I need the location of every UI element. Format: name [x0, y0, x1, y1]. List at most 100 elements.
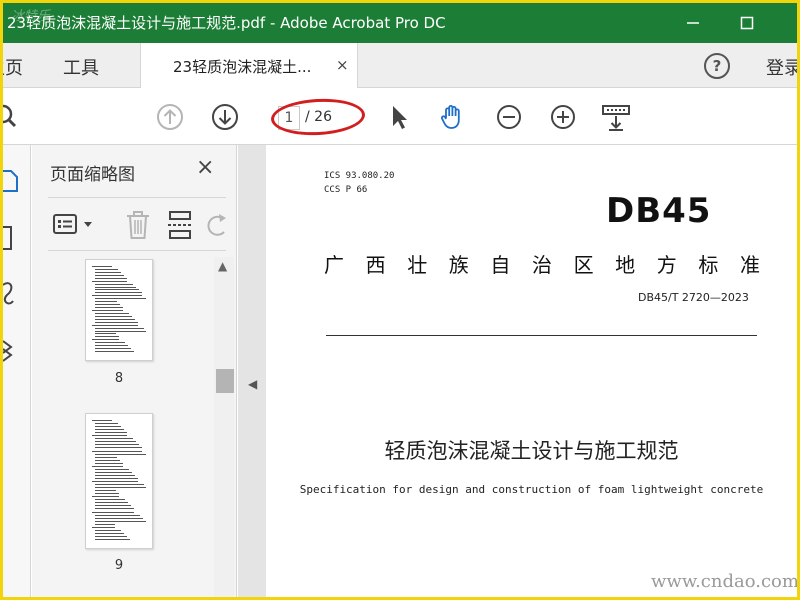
- thumbnail-text-line: [95, 423, 118, 425]
- scrollbar-thumb[interactable]: [216, 369, 234, 393]
- thumbnail-text-line: [95, 345, 128, 347]
- thumbnail-text-line: [95, 447, 142, 449]
- thumbnail-text-line: [92, 266, 112, 267]
- thumbnail-text-line: [95, 523, 115, 525]
- rotate-icon: [207, 214, 226, 236]
- attachments-icon[interactable]: [3, 282, 14, 305]
- corner-watermark: 冰特乐: [11, 9, 51, 24]
- thumbnail-text-line: [95, 441, 136, 443]
- page-fit-icon: [602, 105, 630, 131]
- zoom-in-icon: [551, 105, 575, 129]
- red-highlight-circle: [270, 96, 366, 138]
- thumbnail-text-line: [95, 484, 144, 486]
- thumbnail-text-line: [95, 532, 124, 534]
- thumbnail-text-line: [92, 481, 138, 482]
- layers-icon[interactable]: [3, 340, 13, 362]
- panel-title: 页面缩略图: [50, 165, 135, 185]
- thumbnail-text-line: [95, 538, 130, 540]
- thumbnail-text-line: [95, 327, 144, 329]
- header-rule: [326, 335, 757, 336]
- thumbnail-text-line: [95, 520, 146, 522]
- region-char: 壮: [407, 253, 428, 277]
- thumbnail-text-line: [95, 517, 143, 519]
- region-char: 地: [615, 253, 636, 277]
- hand-tool-icon: [441, 105, 460, 129]
- thumbnail-page-9[interactable]: [85, 413, 153, 549]
- search-icon: [3, 104, 17, 128]
- region-char: 广: [324, 253, 344, 277]
- thumbnail-text-line: [95, 468, 129, 470]
- signin-link[interactable]: 登录: [766, 54, 797, 80]
- thumbnail-text-line: [95, 474, 135, 476]
- rotate-page-button[interactable]: [206, 210, 228, 240]
- hand-tool-button[interactable]: [437, 102, 467, 132]
- page-thumbnails-icon[interactable]: [3, 170, 18, 192]
- collapse-panel-arrow-icon[interactable]: ◀: [248, 377, 257, 391]
- thumbnail-text-line: [95, 514, 140, 516]
- select-cursor-icon: [393, 106, 407, 129]
- bookmarks-icon[interactable]: [3, 226, 12, 250]
- thumbnail-text-line: [92, 310, 123, 311]
- thumbnail-text-line: [95, 508, 134, 510]
- page-fit-button[interactable]: [601, 102, 631, 132]
- thumbnail-text-line: [95, 333, 116, 335]
- region-char: 方: [656, 253, 677, 277]
- select-tool-button[interactable]: [384, 102, 414, 132]
- maximize-button[interactable]: [727, 9, 767, 37]
- thumbnail-text-line: [95, 321, 138, 323]
- help-button[interactable]: ?: [704, 53, 730, 79]
- region-char: 族: [448, 253, 469, 277]
- zoom-in-button[interactable]: [548, 102, 578, 132]
- title-bar: 23轻质泡沫混凝土设计与施工规范.pdf - Adobe Acrobat Pro…: [3, 3, 797, 43]
- acrobat-window: 23轻质泡沫混凝土设计与施工规范.pdf - Adobe Acrobat Pro…: [3, 3, 797, 597]
- thumbnail-scrollbar[interactable]: ▲: [214, 257, 234, 597]
- options-menu-button[interactable]: [52, 212, 98, 238]
- thumbnail-text-line: [95, 298, 146, 300]
- thumbnail-text-line: [95, 432, 127, 434]
- thumbnail-text-line: [95, 453, 146, 455]
- navigation-pane-strip: [3, 145, 31, 597]
- region-standard-heading: 广西壮族自治区地方标准: [324, 249, 760, 278]
- close-tab-button[interactable]: ×: [336, 56, 349, 74]
- next-page-icon: [212, 104, 238, 130]
- thumbnail-text-line: [95, 351, 134, 353]
- thumbnail-text-line: [95, 529, 121, 531]
- thumbnail-label: 9: [114, 558, 124, 573]
- help-icon: ?: [712, 57, 722, 75]
- delete-page-button[interactable]: [124, 210, 152, 240]
- thumbnail-text-line: [92, 295, 142, 297]
- insert-page-button[interactable]: [166, 210, 194, 240]
- thumbnail-text-line: [95, 304, 120, 306]
- thumbnail-text-line: [95, 336, 119, 338]
- thumbnail-text-line: [95, 487, 146, 489]
- thumbnail-text-line: [92, 526, 115, 528]
- thumbnail-text-line: [95, 271, 121, 273]
- region-char: 区: [573, 253, 594, 277]
- tab-document[interactable]: 23轻质泡沫混凝土... ×: [140, 43, 358, 88]
- window-title: 23轻质泡沫混凝土设计与施工规范.pdf - Adobe Acrobat Pro…: [7, 14, 446, 32]
- minimize-button[interactable]: [673, 9, 713, 37]
- thumbnail-text-line: [95, 499, 125, 501]
- previous-page-button[interactable]: [155, 102, 185, 132]
- thumbnail-text-line: [95, 535, 127, 537]
- thumbnail-text-line: [95, 459, 120, 461]
- thumbnail-toolbar: [48, 197, 226, 251]
- zoom-out-icon: [497, 105, 521, 129]
- next-page-button[interactable]: [210, 102, 240, 132]
- tab-home[interactable]: 主页: [3, 54, 23, 80]
- zoom-out-button[interactable]: [494, 102, 524, 132]
- thumbnail-text-line: [92, 339, 119, 341]
- thumbnail-text-line: [95, 330, 146, 332]
- thumbnail-text-line: [92, 435, 127, 437]
- insert-pages-icon: [168, 211, 192, 239]
- thumbnail-text-line: [95, 277, 127, 279]
- thumbnail-text-line: [95, 289, 139, 291]
- scroll-up-arrow-icon[interactable]: ▲: [218, 259, 227, 273]
- close-panel-button[interactable]: ×: [196, 155, 214, 180]
- thumbnail-text-line: [95, 283, 133, 285]
- thumbnail-text-line: [95, 493, 119, 495]
- thumbnail-page-8[interactable]: [85, 259, 153, 361]
- search-button[interactable]: [3, 102, 23, 132]
- document-tab-label: 23轻质泡沫混凝土...: [173, 58, 312, 76]
- tab-tools[interactable]: 工具: [63, 54, 99, 80]
